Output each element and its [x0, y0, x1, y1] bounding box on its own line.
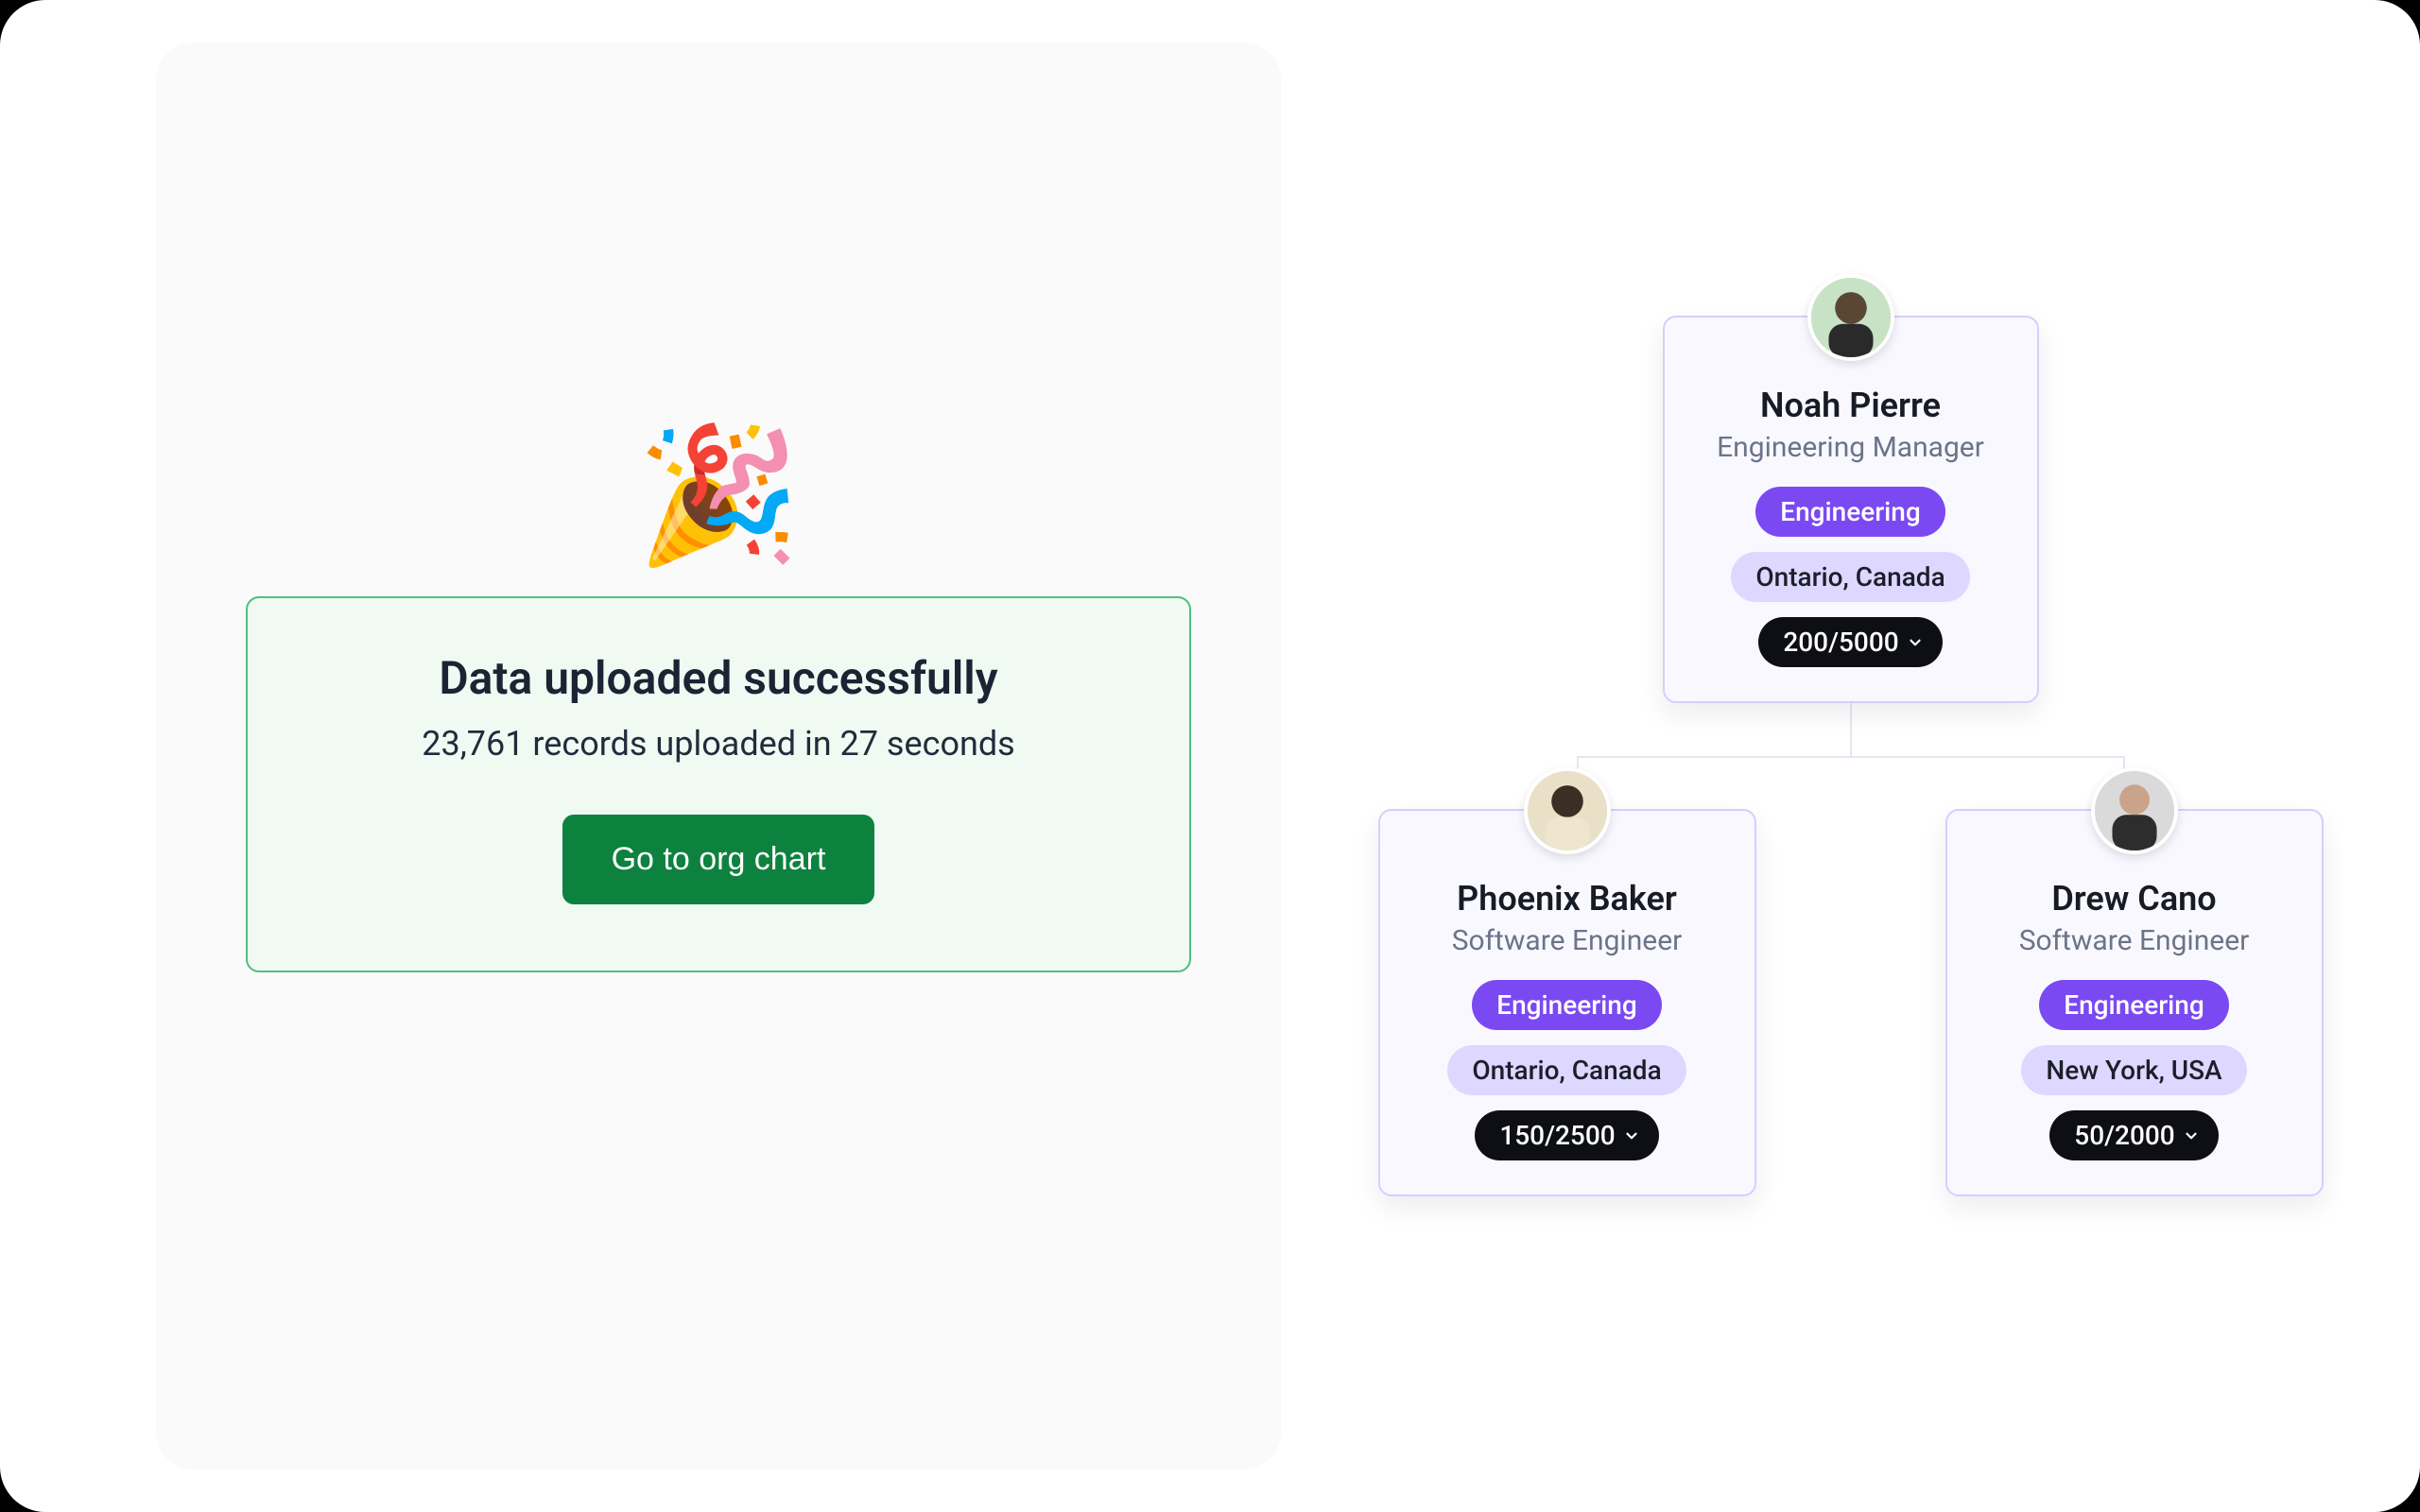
person-title: Software Engineer [1452, 924, 1683, 957]
department-badge: Engineering [1755, 487, 1945, 537]
location-badge: Ontario, Canada [1447, 1045, 1685, 1095]
success-title: Data uploaded successfully [439, 651, 997, 705]
person-name: Drew Cano [2051, 879, 2216, 919]
person-name: Noah Pierre [1760, 386, 1941, 425]
chevron-down-icon [2183, 1127, 2200, 1144]
person-title: Software Engineer [2019, 924, 2250, 957]
headcount-dropdown[interactable]: 200/5000 [1758, 617, 1942, 667]
upload-success-panel: 🎉 Data uploaded successfully 23,761 reco… [156, 43, 1281, 1469]
org-node-child[interactable]: Drew Cano Software Engineer Engineering … [1945, 809, 2324, 1196]
chevron-down-icon [1907, 634, 1924, 651]
headcount-dropdown[interactable]: 150/2500 [1475, 1110, 1658, 1160]
headcount-value: 50/2000 [2074, 1120, 2174, 1151]
avatar [1807, 274, 1894, 361]
org-node-root[interactable]: Noah Pierre Engineering Manager Engineer… [1663, 316, 2039, 703]
person-name: Phoenix Baker [1457, 879, 1677, 919]
person-title: Engineering Manager [1717, 431, 1984, 464]
org-node-child[interactable]: Phoenix Baker Software Engineer Engineer… [1378, 809, 1756, 1196]
location-badge: Ontario, Canada [1731, 552, 1969, 602]
chevron-down-icon [1623, 1127, 1640, 1144]
headcount-value: 200/5000 [1783, 627, 1898, 658]
department-badge: Engineering [2039, 980, 2229, 1030]
success-subtitle: 23,761 records uploaded in 27 seconds [422, 724, 1015, 764]
tree-connector [1850, 703, 1852, 756]
headcount-dropdown[interactable]: 50/2000 [2049, 1110, 2218, 1160]
party-popper-icon: 🎉 [636, 430, 801, 562]
go-to-org-chart-button[interactable]: Go to org chart [562, 815, 875, 904]
avatar [2091, 767, 2178, 854]
avatar [1524, 767, 1611, 854]
success-card: Data uploaded successfully 23,761 record… [246, 596, 1191, 972]
org-chart-panel: Noah Pierre Engineering Manager Engineer… [1281, 0, 2420, 1512]
headcount-value: 150/2500 [1499, 1120, 1615, 1151]
tree-connector [1577, 756, 2125, 809]
department-badge: Engineering [1472, 980, 1662, 1030]
location-badge: New York, USA [2021, 1045, 2246, 1095]
